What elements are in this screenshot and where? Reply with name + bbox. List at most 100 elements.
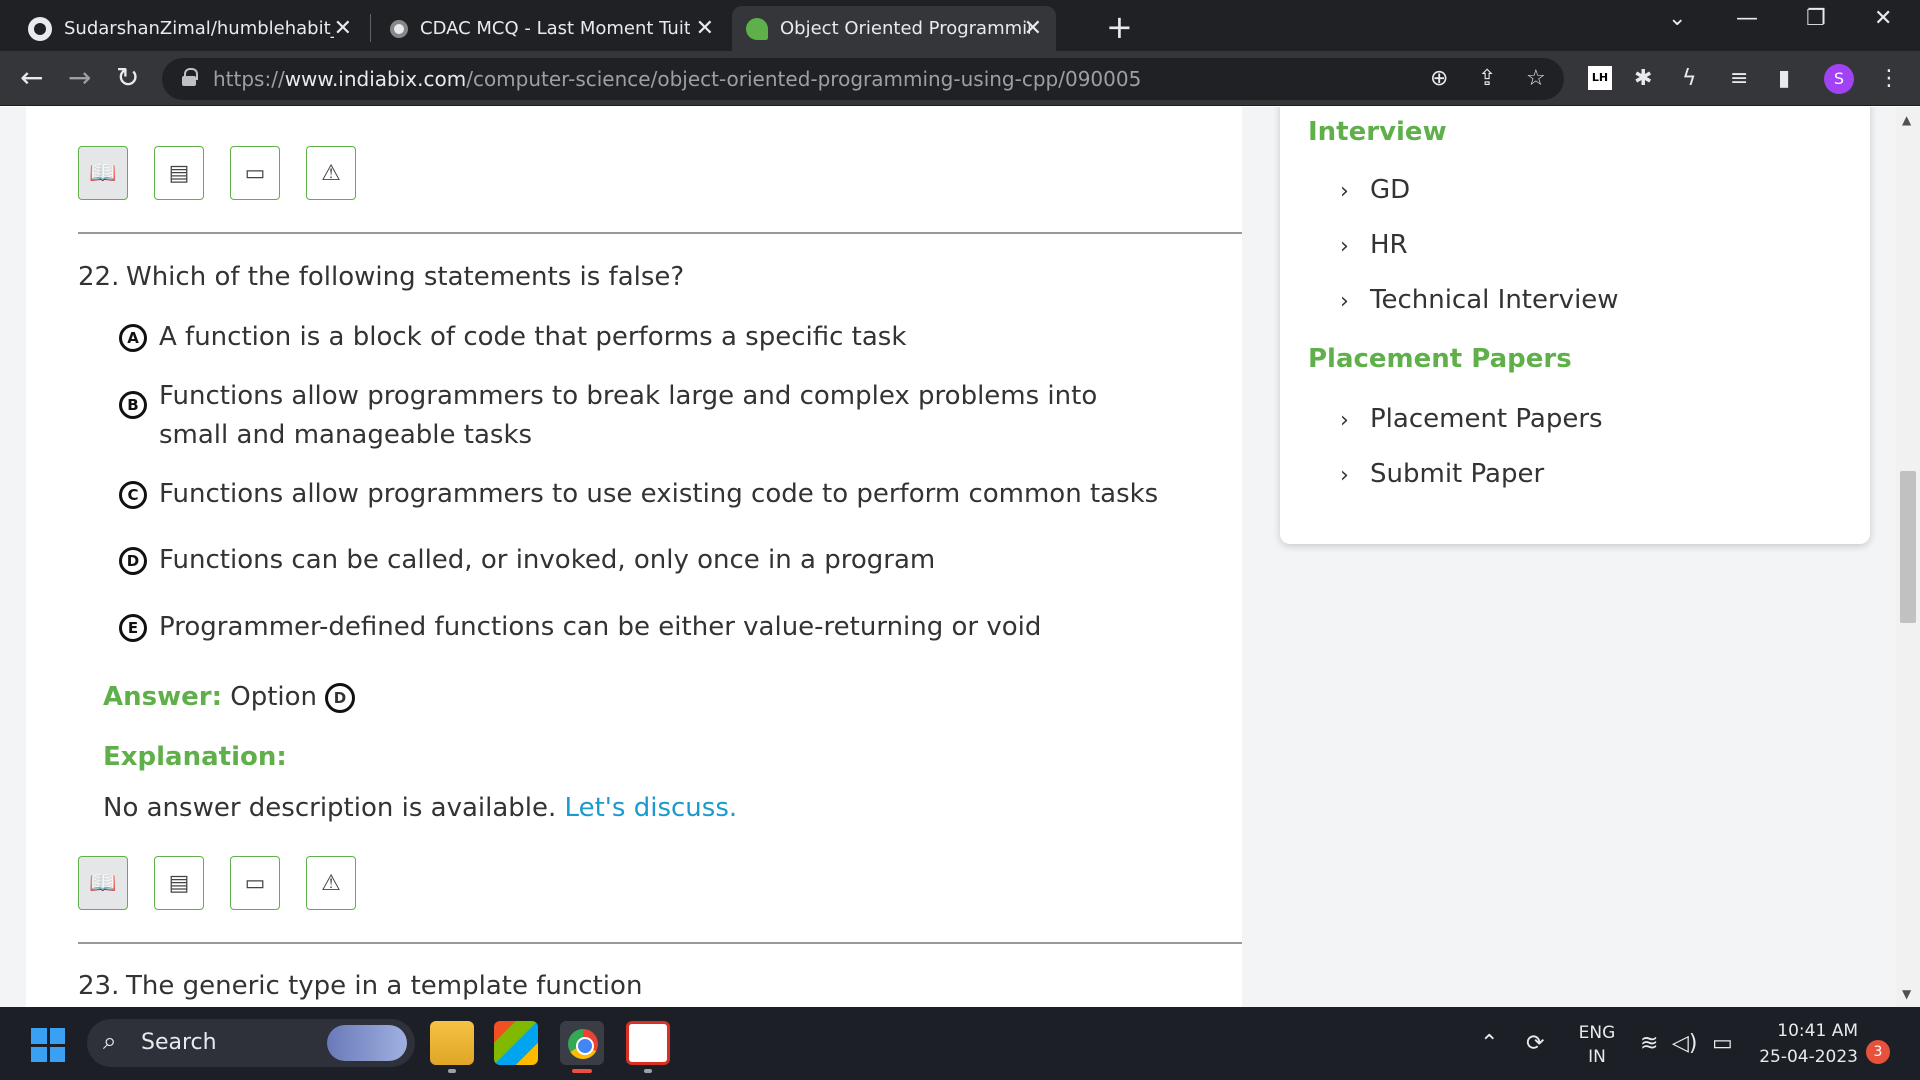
reload-icon[interactable]: ↻ — [116, 61, 139, 94]
view-answer-icon[interactable]: 📖 — [78, 856, 128, 910]
microsoft-store-icon[interactable] — [494, 1021, 538, 1065]
running-indicator — [448, 1069, 456, 1073]
question-number: 23. — [78, 971, 120, 1001]
scroll-down-icon[interactable]: ▼ — [1902, 987, 1911, 1001]
answer-label: Answer: — [103, 682, 222, 712]
page-viewport: 📖 ▤ ▭ ⚠ 22. Which of the following statem… — [0, 107, 1920, 1007]
option-b[interactable]: B Functions allow programmers to break l… — [119, 377, 1159, 455]
question-text: The generic type in a template function — [126, 971, 643, 1001]
chrome-icon[interactable] — [560, 1021, 604, 1065]
clock-date[interactable]: 25-04-2023 — [1754, 1047, 1858, 1067]
question-actions-bottom: 📖 ▤ ▭ ⚠ — [78, 856, 356, 910]
tab-github[interactable]: SudarshanZimal/humblehabit_C- ✕ — [14, 6, 366, 51]
chevron-right-icon: › — [1340, 289, 1349, 314]
tab-indiabix[interactable]: Object Oriented Programming U ✕ — [732, 6, 1056, 51]
sidebar-item-gd[interactable]: › GD — [1340, 175, 1410, 205]
close-window-icon[interactable]: ✕ — [1874, 6, 1892, 31]
lighthouse-extension-icon[interactable]: LH — [1588, 66, 1612, 90]
notification-badge[interactable]: 3 — [1866, 1040, 1890, 1064]
chevron-right-icon: › — [1340, 408, 1349, 433]
option-d[interactable]: D Functions can be called, or invoked, o… — [119, 541, 1159, 580]
workspace-icon[interactable]: ▭ — [230, 146, 280, 200]
minimize-icon[interactable]: — — [1736, 6, 1758, 31]
sidebar-item-technical-interview[interactable]: › Technical Interview — [1340, 285, 1619, 315]
question-actions-top: 📖 ▤ ▭ ⚠ — [78, 146, 356, 200]
side-panel-icon[interactable]: ▮ — [1778, 66, 1790, 91]
extension-bolt-icon[interactable]: ϟ — [1682, 66, 1697, 91]
divider — [78, 942, 1242, 944]
discuss-icon[interactable]: ▤ — [154, 146, 204, 200]
discuss-icon[interactable]: ▤ — [154, 856, 204, 910]
tab-search-icon[interactable]: ⌄ — [1668, 6, 1686, 31]
tab-title: Object Oriented Programming U — [780, 18, 1030, 39]
active-indicator — [572, 1069, 592, 1073]
url-text[interactable]: https://www.indiabix.com/computer-scienc… — [213, 67, 1141, 91]
scroll-up-icon[interactable]: ▲ — [1902, 113, 1911, 127]
scroll-thumb[interactable] — [1900, 471, 1916, 623]
sidebar-heading-interview[interactable]: Interview — [1308, 117, 1447, 147]
indiabix-icon — [746, 17, 768, 40]
explanation-text: No answer description is available. Let'… — [103, 793, 738, 823]
browser-tab-strip: SudarshanZimal/humblehabit_C- ✕ CDAC MCQ… — [0, 0, 1920, 51]
file-explorer-icon[interactable] — [430, 1021, 474, 1065]
option-text: Functions can be called, or invoked, onl… — [159, 545, 936, 575]
sidebar-card: Interview › GD › HR › Technical Interview P… — [1280, 107, 1870, 544]
battery-icon[interactable]: ▭ — [1712, 1031, 1733, 1056]
search-highlight-image — [327, 1025, 407, 1061]
profile-avatar[interactable]: S — [1824, 64, 1854, 94]
option-a[interactable]: A A function is a block of code that per… — [119, 318, 1159, 357]
sidebar-item-placement-papers[interactable]: › Placement Papers — [1340, 404, 1603, 434]
question-23: 23. The generic type in a template functi… — [78, 971, 642, 1001]
option-letter-badge: A — [119, 324, 147, 352]
divider — [78, 232, 1242, 234]
tab-cdac-mcq[interactable]: CDAC MCQ - Last Moment Tuitio ✕ — [376, 6, 728, 51]
option-letter-badge: D — [119, 547, 147, 575]
site-icon — [390, 19, 408, 38]
zoom-icon[interactable]: ⊕ — [1430, 66, 1448, 91]
workspace-icon[interactable]: ▭ — [230, 856, 280, 910]
menu-kebab-icon[interactable]: ⋮ — [1878, 66, 1900, 91]
language-bottom[interactable]: IN — [1578, 1047, 1616, 1067]
sidebar-item-hr[interactable]: › HR — [1340, 230, 1408, 260]
sync-icon[interactable]: ⟳ — [1526, 1031, 1544, 1056]
close-icon[interactable]: ✕ — [334, 16, 352, 41]
explanation-label: Explanation: — [103, 742, 287, 772]
tab-title: CDAC MCQ - Last Moment Tuitio — [420, 18, 690, 39]
bookmark-star-icon[interactable]: ☆ — [1526, 66, 1546, 91]
close-icon[interactable]: ✕ — [696, 16, 714, 41]
taskbar-search[interactable]: ⌕ Search — [87, 1019, 415, 1067]
option-letter-badge: B — [119, 391, 147, 419]
restore-icon[interactable]: ❐ — [1806, 6, 1826, 31]
sidebar-item-submit-paper[interactable]: › Submit Paper — [1340, 459, 1544, 489]
answer-letter-badge: D — [325, 682, 356, 713]
sidebar-heading-placement[interactable]: Placement Papers — [1308, 344, 1572, 374]
chevron-right-icon: › — [1340, 234, 1349, 259]
back-icon[interactable]: ← — [20, 61, 43, 94]
page-scrollbar[interactable]: ▲ ▼ — [1896, 107, 1920, 1007]
option-e[interactable]: E Programmer-defined functions can be ei… — [119, 608, 1159, 647]
wifi-icon[interactable]: ≋ — [1640, 1031, 1658, 1056]
volume-icon[interactable]: ◁) — [1672, 1031, 1698, 1056]
question-22: 22. Which of the following statements is … — [78, 262, 684, 292]
report-warning-icon[interactable]: ⚠ — [306, 856, 356, 910]
forward-icon[interactable]: → — [68, 61, 91, 94]
snipping-tool-icon[interactable] — [626, 1021, 670, 1065]
question-panel: 📖 ▤ ▭ ⚠ 22. Which of the following statem… — [26, 107, 1242, 1007]
close-icon[interactable]: ✕ — [1024, 16, 1042, 41]
view-answer-icon[interactable]: 📖 — [78, 146, 128, 200]
chevron-up-icon[interactable]: ⌃ — [1480, 1031, 1498, 1056]
language-top[interactable]: ENG — [1578, 1023, 1616, 1043]
reading-list-icon[interactable]: ≡ — [1730, 66, 1748, 91]
discuss-link[interactable]: Let's discuss. — [565, 793, 738, 823]
address-bar[interactable]: https://www.indiabix.com/computer-scienc… — [162, 58, 1564, 100]
extensions-puzzle-icon[interactable]: ✱ — [1634, 66, 1652, 91]
report-warning-icon[interactable]: ⚠ — [306, 146, 356, 200]
new-tab-icon[interactable]: + — [1106, 8, 1133, 46]
option-c[interactable]: C Functions allow programmers to use exi… — [119, 475, 1159, 514]
clock-time[interactable]: 10:41 AM — [1754, 1021, 1858, 1041]
browser-toolbar: ← → ↻ https://www.indiabix.com/computer-… — [0, 51, 1920, 106]
share-icon[interactable]: ⇪ — [1478, 66, 1496, 91]
windows-start-icon[interactable] — [31, 1028, 65, 1062]
answer-line: Answer: Option D — [103, 682, 356, 713]
running-indicator — [644, 1069, 652, 1073]
